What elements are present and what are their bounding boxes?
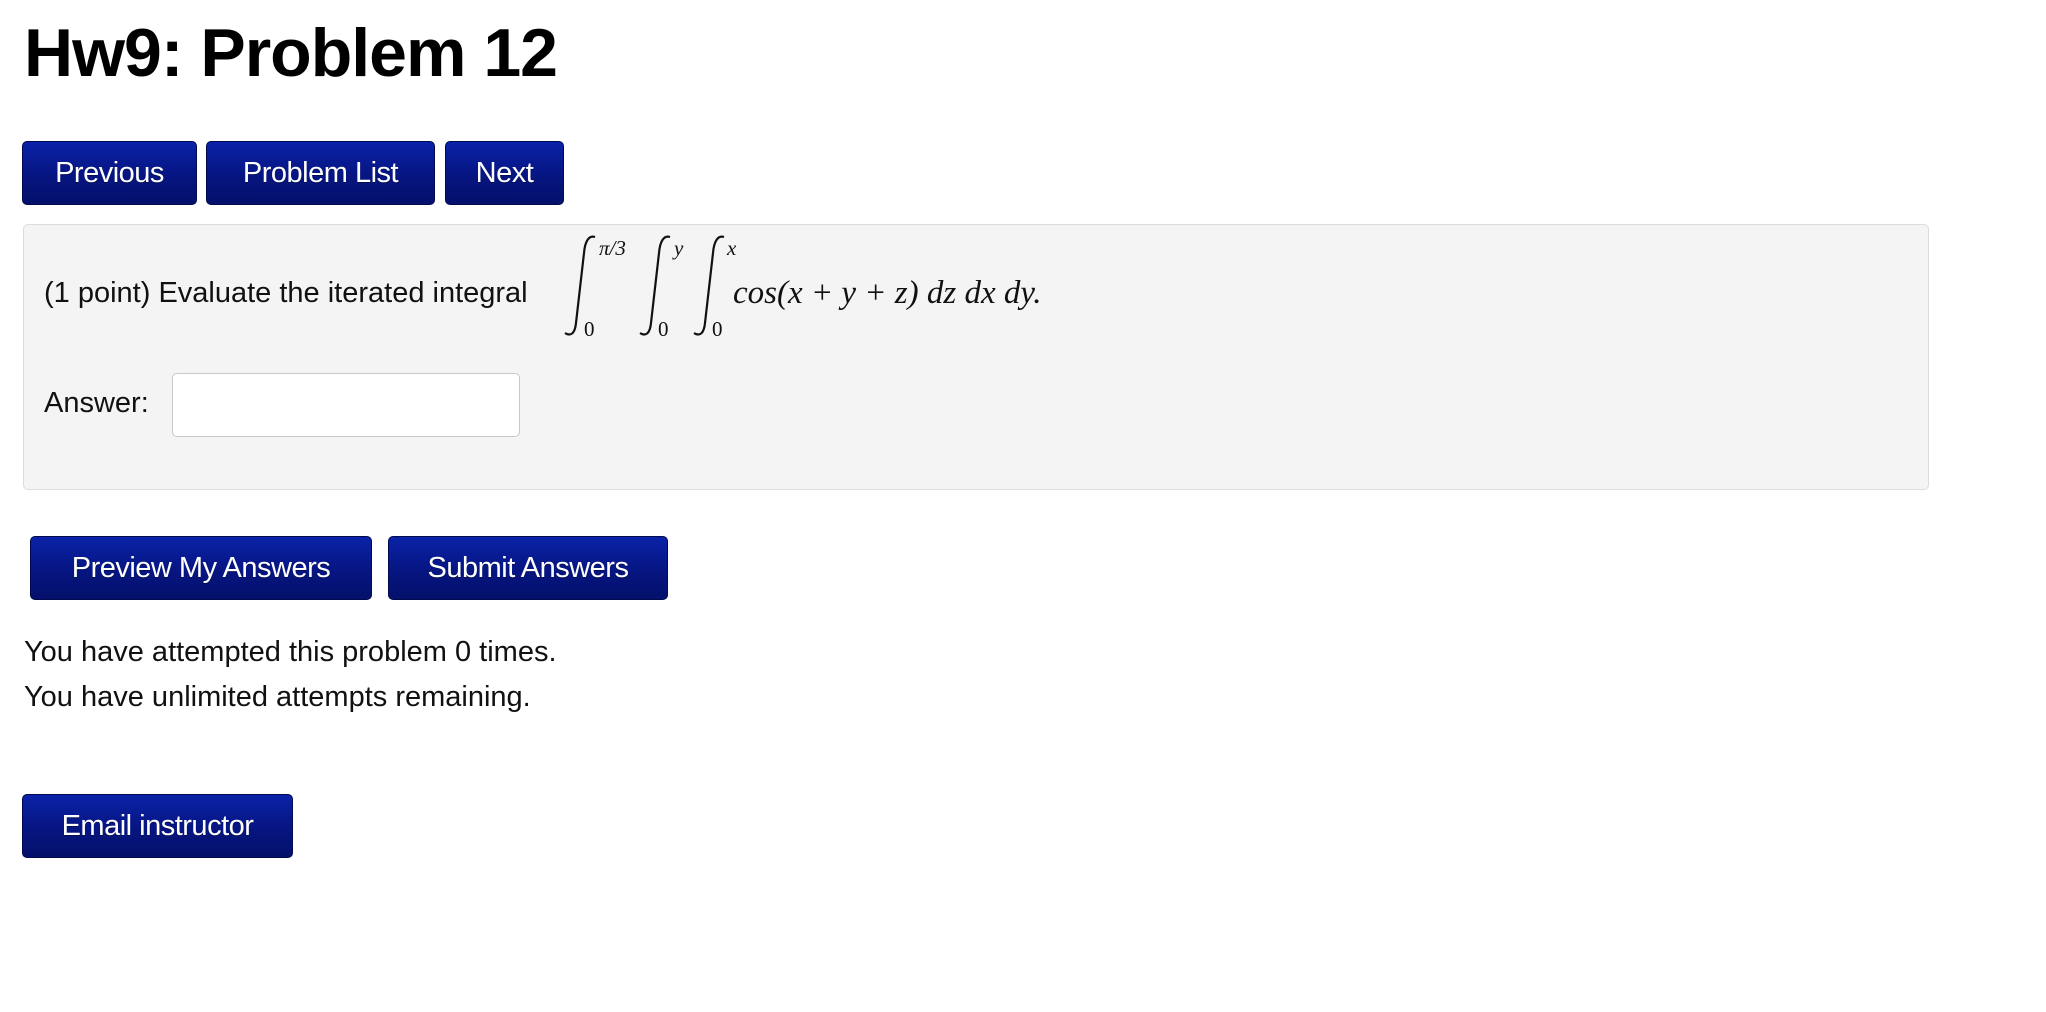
previous-button[interactable]: Previous (22, 141, 197, 205)
integral-3-upper: x (726, 236, 737, 260)
integrand: cos(x + y + z) dz dx dy. (733, 275, 1041, 311)
email-instructor-button[interactable]: Email instructor (22, 794, 293, 858)
attempts-remaining-text: You have unlimited attempts remaining. (24, 681, 531, 713)
webwork-problem-page: Hw9: Problem 12 Previous Problem List Ne… (0, 0, 2046, 1012)
iterated-integral-expression: π/3 0 y 0 x 0 cos(x + y + z) dz dx dy. (559, 225, 1119, 345)
integral-1-lower: 0 (584, 317, 595, 341)
problem-panel: (1 point) Evaluate the iterated integral… (23, 224, 1929, 490)
integral-math-svg: π/3 0 y 0 x 0 cos(x + y + z) dz dx dy. (564, 235, 1041, 341)
integral-2-lower: 0 (658, 317, 669, 341)
integral-3-lower: 0 (712, 317, 723, 341)
problem-statement: (1 point) Evaluate the iterated integral (44, 277, 528, 309)
page-title: Hw9: Problem 12 (24, 15, 558, 91)
answer-input[interactable] (172, 373, 520, 437)
integral-1-upper: π/3 (599, 236, 626, 260)
problem-list-button[interactable]: Problem List (206, 141, 435, 205)
submit-answers-button[interactable]: Submit Answers (388, 536, 668, 600)
integral-2-upper: y (672, 236, 684, 260)
preview-answers-button[interactable]: Preview My Answers (30, 536, 372, 600)
answer-label: Answer: (44, 387, 149, 419)
attempts-count-text: You have attempted this problem 0 times. (24, 636, 557, 668)
next-button[interactable]: Next (445, 141, 564, 205)
